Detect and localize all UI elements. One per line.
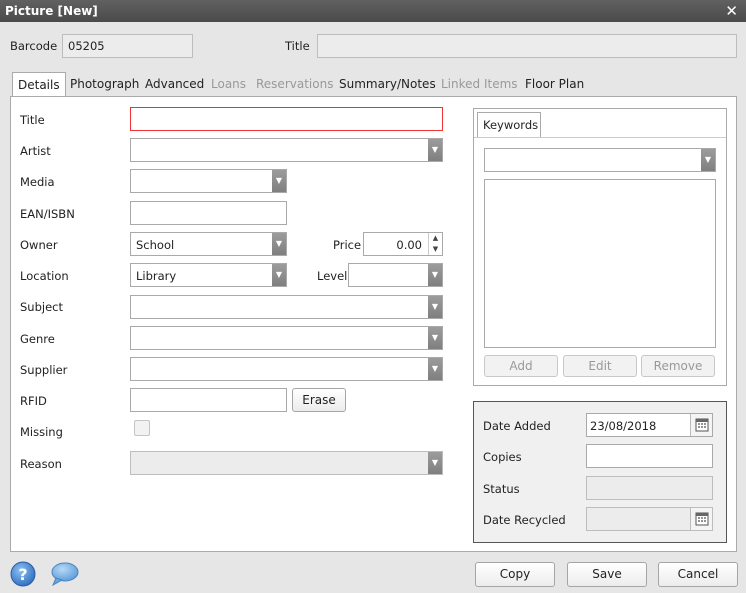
chevron-down-icon[interactable]: ▼ xyxy=(272,264,286,286)
subject-combo[interactable]: ▼ xyxy=(130,295,443,319)
keywords-group: Keywords ▼ Add Edit Remove xyxy=(473,108,727,386)
help-icon[interactable]: ? xyxy=(10,561,36,587)
date-added-field[interactable]: 23/08/2018 xyxy=(586,413,713,437)
chat-icon[interactable] xyxy=(50,562,80,587)
title-input[interactable] xyxy=(130,107,443,131)
location-value: Library xyxy=(136,269,177,283)
chevron-down-icon[interactable]: ▼ xyxy=(272,170,286,192)
chevron-up-icon[interactable]: ▲ xyxy=(429,233,442,244)
date-added-label: Date Added xyxy=(483,419,551,433)
chevron-down-icon[interactable]: ▼ xyxy=(428,139,442,161)
keywords-divider xyxy=(474,137,726,138)
chevron-down-icon[interactable]: ▼ xyxy=(428,264,442,286)
level-combo[interactable]: ▼ xyxy=(348,263,443,287)
media-combo[interactable]: ▼ xyxy=(130,169,287,193)
tab-summary-notes[interactable]: Summary/Notes xyxy=(339,72,436,97)
location-label: Location xyxy=(20,269,69,283)
header-title-label: Title xyxy=(285,39,310,53)
window-title: Picture [New] xyxy=(5,4,98,18)
rfid-label: RFID xyxy=(20,394,47,408)
dates-group: Date Added 23/08/2018 Copies Status Date… xyxy=(473,401,727,543)
tab-photograph[interactable]: Photograph xyxy=(70,72,139,97)
status-field xyxy=(586,476,713,500)
date-added-value: 23/08/2018 xyxy=(590,419,657,433)
chevron-down-icon[interactable]: ▼ xyxy=(701,149,715,171)
tab-floor-plan[interactable]: Floor Plan xyxy=(525,72,584,97)
tab-loans: Loans xyxy=(211,77,247,91)
window-title-bar: Picture [New] ✕ xyxy=(0,0,746,22)
keywords-list[interactable] xyxy=(484,179,716,348)
supplier-label: Supplier xyxy=(20,363,68,377)
save-button[interactable]: Save xyxy=(567,562,647,587)
date-recycled-field[interactable] xyxy=(586,507,713,531)
tab-linked-items: Linked Items xyxy=(441,77,518,91)
keyword-remove-button[interactable]: Remove xyxy=(641,355,715,377)
media-label: Media xyxy=(20,175,55,189)
barcode-label: Barcode xyxy=(10,39,58,53)
genre-combo[interactable]: ▼ xyxy=(130,326,443,350)
missing-checkbox[interactable] xyxy=(134,420,150,436)
genre-label: Genre xyxy=(20,332,55,346)
price-stepper[interactable]: 0.00 ▲ ▼ xyxy=(363,232,443,256)
chevron-down-icon[interactable]: ▼ xyxy=(428,296,442,318)
rfid-input[interactable] xyxy=(130,388,287,412)
keyword-add-button[interactable]: Add xyxy=(484,355,558,377)
artist-label: Artist xyxy=(20,144,51,158)
reason-combo[interactable]: ▼ xyxy=(130,451,443,475)
keywords-tab[interactable]: Keywords xyxy=(477,112,541,137)
erase-button[interactable]: Erase xyxy=(292,388,346,412)
cancel-button[interactable]: Cancel xyxy=(658,562,738,587)
supplier-combo[interactable]: ▼ xyxy=(130,357,443,381)
barcode-field[interactable]: 05205 xyxy=(62,34,193,58)
ean-label: EAN/ISBN xyxy=(20,207,75,221)
artist-combo[interactable]: ▼ xyxy=(130,138,443,162)
reason-label: Reason xyxy=(20,457,62,471)
title-label: Title xyxy=(20,113,45,127)
chevron-down-icon[interactable]: ▼ xyxy=(272,233,286,255)
header-title-field[interactable] xyxy=(317,34,737,58)
owner-label: Owner xyxy=(20,238,58,252)
chevron-down-icon[interactable]: ▼ xyxy=(428,452,442,474)
date-recycled-label: Date Recycled xyxy=(483,513,566,527)
copies-input[interactable] xyxy=(586,444,713,468)
owner-combo[interactable]: School ▼ xyxy=(130,232,287,256)
copy-button[interactable]: Copy xyxy=(475,562,555,587)
price-value: 0.00 xyxy=(396,238,422,252)
tab-advanced[interactable]: Advanced xyxy=(145,72,204,97)
tab-details[interactable]: Details xyxy=(12,72,66,98)
location-combo[interactable]: Library ▼ xyxy=(130,263,287,287)
chevron-down-icon[interactable]: ▼ xyxy=(428,327,442,349)
keywords-combo[interactable]: ▼ xyxy=(484,148,716,172)
chevron-down-icon[interactable]: ▼ xyxy=(428,358,442,380)
close-icon[interactable]: ✕ xyxy=(725,2,738,20)
calendar-icon[interactable] xyxy=(690,508,712,530)
calendar-icon[interactable] xyxy=(690,414,712,436)
level-label: Level xyxy=(317,269,348,283)
subject-label: Subject xyxy=(20,300,63,314)
ean-input[interactable] xyxy=(130,201,287,225)
owner-value: School xyxy=(136,238,175,252)
missing-label: Missing xyxy=(20,425,63,439)
price-label: Price xyxy=(333,238,362,252)
tab-reservations: Reservations xyxy=(256,77,334,91)
stepper-arrows[interactable]: ▲ ▼ xyxy=(428,233,442,255)
copies-label: Copies xyxy=(483,450,522,464)
svg-text:?: ? xyxy=(18,565,27,584)
keyword-edit-button[interactable]: Edit xyxy=(563,355,637,377)
status-label: Status xyxy=(483,482,520,496)
chevron-down-icon[interactable]: ▼ xyxy=(429,244,442,255)
